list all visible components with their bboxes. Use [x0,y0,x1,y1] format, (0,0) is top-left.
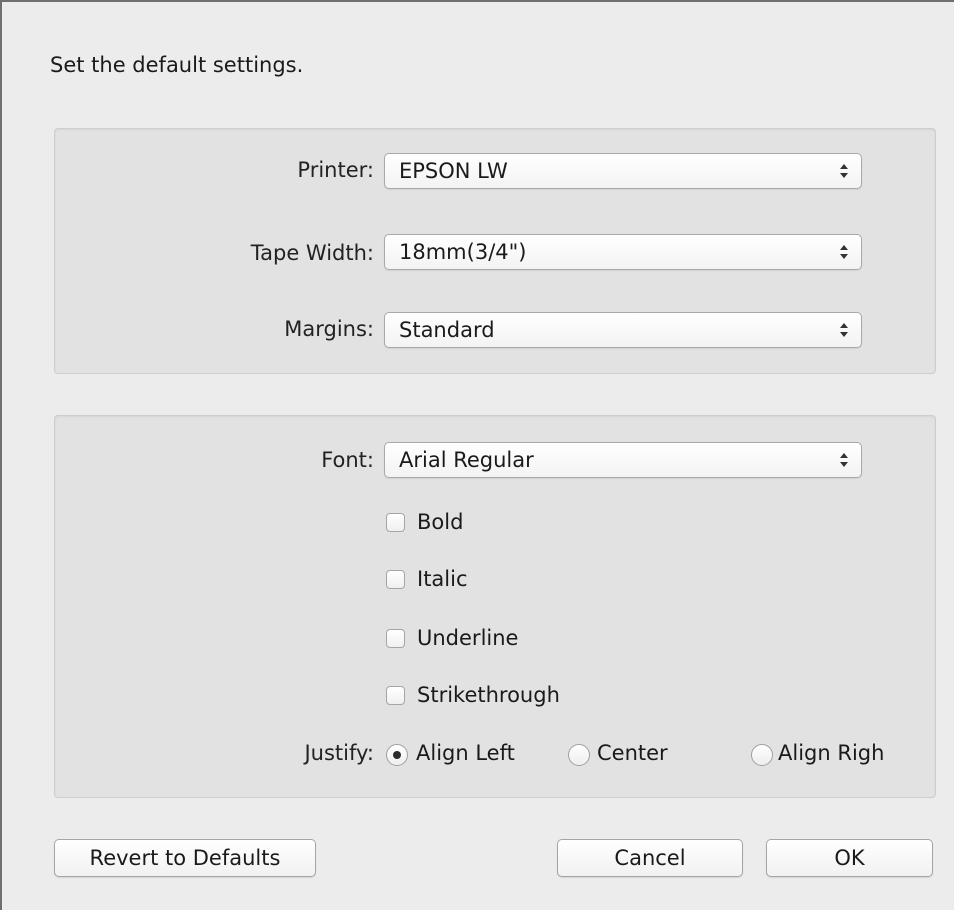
font-value: Arial Regular [399,448,534,472]
up-down-arrows-icon [840,453,848,467]
center-radio[interactable] [568,744,590,766]
underline-checkbox[interactable] [386,629,405,648]
printer-value: EPSON LW [399,159,508,183]
align-right-radio[interactable] [751,744,773,766]
center-label[interactable]: Center [597,741,668,765]
up-down-arrows-icon [840,164,848,178]
revert-to-defaults-button[interactable]: Revert to Defaults [54,839,316,877]
tape-width-label: Tape Width: [250,241,374,265]
margins-value: Standard [399,318,495,342]
up-down-arrows-icon [840,323,848,337]
printer-label: Printer: [297,158,374,182]
strikethrough-label: Strikethrough [417,683,560,707]
cancel-button[interactable]: Cancel [557,839,743,877]
printer-popup[interactable]: EPSON LW [384,153,862,189]
underline-label: Underline [417,626,519,650]
font-label: Font: [321,448,374,472]
dialog-window: Set the default settings. Printer: EPSON… [0,0,954,910]
italic-checkbox[interactable] [386,570,405,589]
bold-checkbox[interactable] [386,513,405,532]
italic-label: Italic [417,567,468,591]
tape-width-value: 18mm(3/4") [399,240,527,264]
margins-label: Margins: [284,317,374,341]
up-down-arrows-icon [840,245,848,259]
align-left-label[interactable]: Align Left [416,741,515,765]
dialog-heading: Set the default settings. [50,53,304,77]
ok-button[interactable]: OK [766,839,933,877]
align-left-radio[interactable] [386,744,408,766]
justify-label: Justify: [304,741,374,765]
bold-label: Bold [417,510,464,534]
strikethrough-checkbox[interactable] [386,686,405,705]
font-popup[interactable]: Arial Regular [384,442,862,478]
margins-popup[interactable]: Standard [384,312,862,348]
tape-width-popup[interactable]: 18mm(3/4") [384,234,862,270]
align-right-label[interactable]: Align Righ [778,741,884,765]
